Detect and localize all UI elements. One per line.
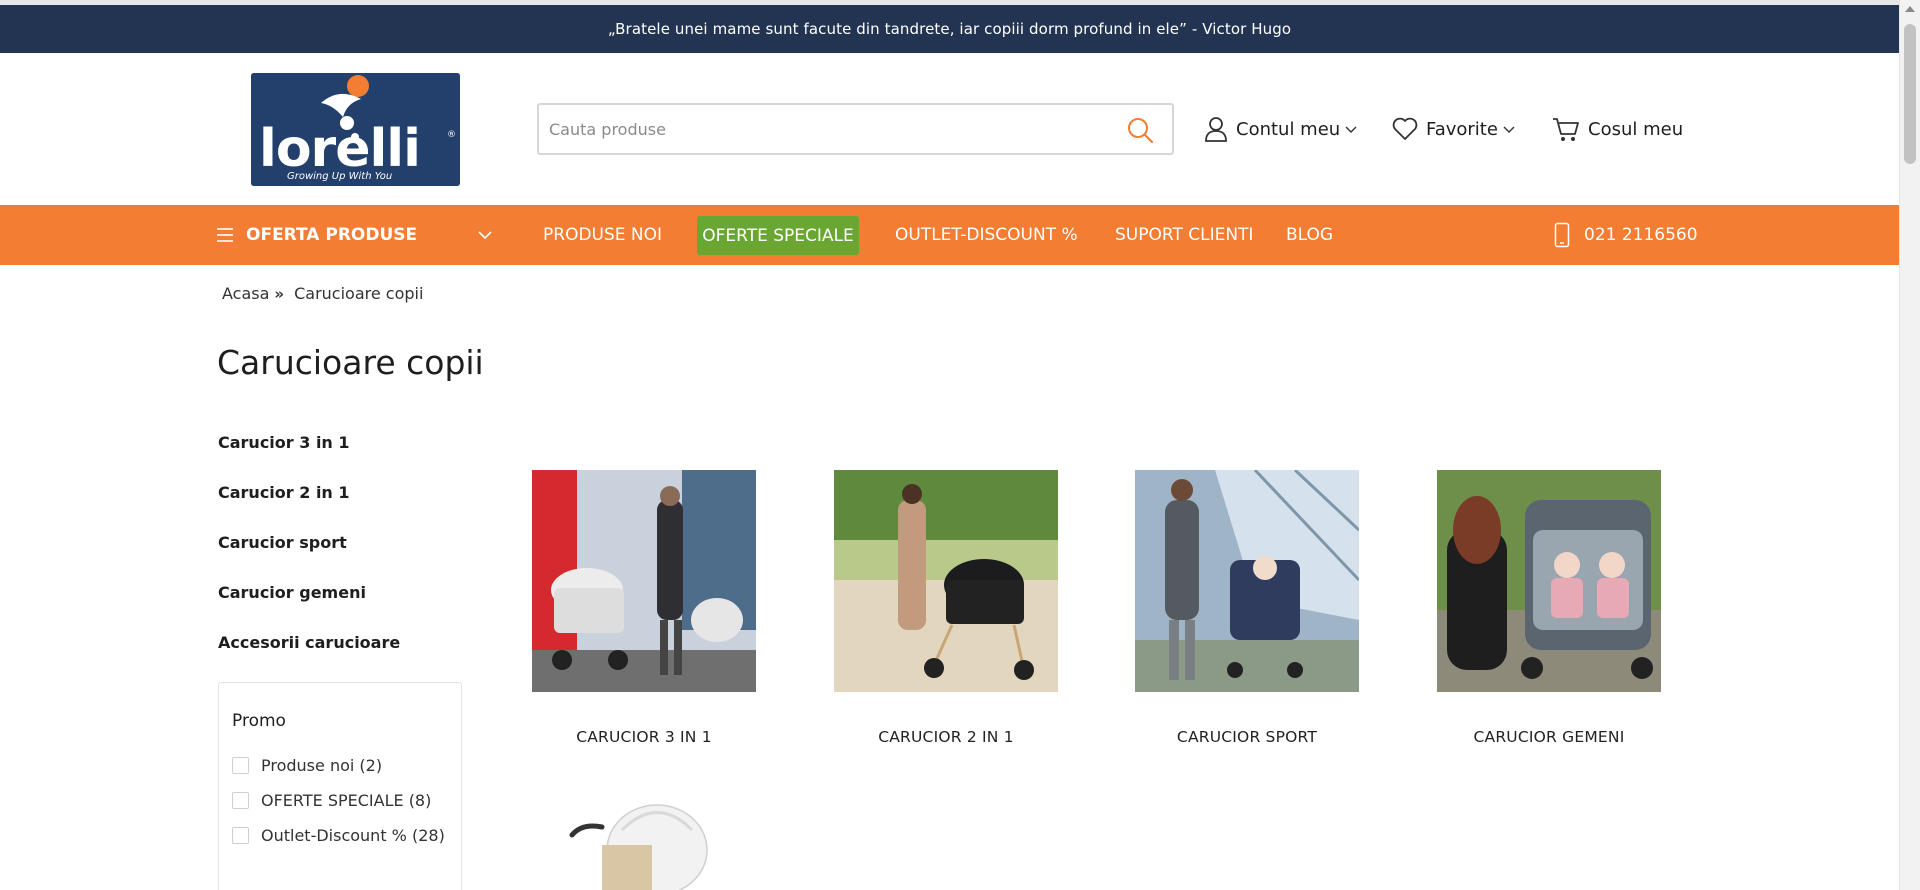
- quote-banner: „Bratele unei mame sunt facute din tandr…: [0, 5, 1899, 53]
- user-icon: [1205, 117, 1227, 142]
- checkbox[interactable]: [232, 792, 249, 809]
- category-link-2in1[interactable]: Carucior 2 in 1: [218, 483, 350, 502]
- svg-text:®: ®: [447, 130, 456, 140]
- quote-text: „Bratele unei mame sunt facute din tandr…: [607, 20, 1292, 38]
- scrollbar-thumb[interactable]: [1904, 24, 1916, 164]
- cart-label: Cosul meu: [1588, 118, 1684, 140]
- nav-blog[interactable]: BLOG: [1286, 205, 1333, 265]
- chevron-down-icon: [1345, 126, 1357, 133]
- heart-icon: [1392, 117, 1418, 140]
- search-box: [537, 103, 1174, 155]
- product-image[interactable]: [532, 470, 756, 692]
- promo-option-new[interactable]: Produse noi (2): [232, 756, 382, 775]
- category-link-sport[interactable]: Carucior sport: [218, 533, 347, 552]
- page-title: Carucioare copii: [217, 343, 484, 382]
- search-input[interactable]: [549, 105, 1109, 153]
- product-card[interactable]: CARUCIOR SPORT: [1135, 470, 1359, 746]
- product-card[interactable]: CARUCIOR GEMENI: [1437, 470, 1661, 746]
- promo-option-label: OFERTE SPECIALE (8): [261, 791, 432, 810]
- site-header: lorelli ® Growing Up With You Contul meu…: [0, 53, 1899, 205]
- svg-text:lorelli: lorelli: [259, 119, 420, 179]
- scroll-up-arrow-icon[interactable]: [1905, 6, 1915, 12]
- product-image[interactable]: [1135, 470, 1359, 692]
- checkbox[interactable]: [232, 827, 249, 844]
- product-caption[interactable]: CARUCIOR SPORT: [1135, 728, 1359, 746]
- promo-option-outlet[interactable]: Outlet-Discount % (28): [232, 826, 445, 845]
- product-caption[interactable]: CARUCIOR 2 IN 1: [834, 728, 1058, 746]
- logo-graphic: lorelli ® Growing Up With You: [251, 73, 460, 186]
- favorites-link[interactable]: Favorite: [1392, 113, 1516, 145]
- phone-number: 021 2116560: [1584, 225, 1698, 245]
- product-offer-label: OFERTA PRODUSE: [246, 225, 418, 245]
- category-link-3in1[interactable]: Carucior 3 in 1: [218, 433, 350, 452]
- category-link-accessories[interactable]: Accesorii carucioare: [218, 633, 400, 652]
- breadcrumb-separator: »: [274, 284, 285, 303]
- promo-option-special[interactable]: OFERTE SPECIALE (8): [232, 791, 431, 810]
- account-label: Contul meu: [1236, 118, 1341, 140]
- product-offer-menu[interactable]: OFERTA PRODUSE: [216, 205, 417, 265]
- product-card[interactable]: CARUCIOR 3 IN 1: [532, 470, 756, 746]
- main-navigation: OFERTA PRODUSE PRODUSE NOI OFERTE SPECIA…: [0, 205, 1899, 265]
- promo-title: Promo: [232, 711, 286, 731]
- product-offer-toggle[interactable]: [477, 205, 493, 265]
- chevron-down-icon: [1503, 126, 1515, 133]
- page-scrollbar[interactable]: [1899, 0, 1920, 890]
- favorites-label: Favorite: [1426, 118, 1498, 140]
- search-icon[interactable]: [1126, 116, 1154, 144]
- product-image[interactable]: [1437, 470, 1661, 692]
- product-image[interactable]: [834, 470, 1058, 692]
- breadcrumb-current: Carucioare copii: [294, 284, 424, 303]
- nav-special-offers[interactable]: OFERTE SPECIALE: [697, 216, 859, 255]
- product-caption[interactable]: CARUCIOR GEMENI: [1437, 728, 1661, 746]
- nav-new-products[interactable]: PRODUSE NOI: [543, 205, 662, 265]
- promo-filter: Promo Produse noi (2) OFERTE SPECIALE (8…: [218, 682, 462, 890]
- phone-icon: [1554, 222, 1570, 248]
- nav-outlet-discount[interactable]: OUTLET-DISCOUNT %: [895, 205, 1078, 265]
- hamburger-icon: [217, 228, 233, 242]
- category-link-twins[interactable]: Carucior gemeni: [218, 583, 366, 602]
- product-card[interactable]: [532, 790, 756, 890]
- product-caption[interactable]: CARUCIOR 3 IN 1: [532, 728, 756, 746]
- account-link[interactable]: Contul meu: [1204, 113, 1358, 145]
- product-card[interactable]: CARUCIOR 2 IN 1: [834, 470, 1058, 746]
- cart-link[interactable]: Cosul meu: [1552, 113, 1683, 145]
- breadcrumb-home[interactable]: Acasa: [222, 284, 269, 303]
- promo-option-label: Outlet-Discount % (28): [261, 826, 445, 845]
- breadcrumb: Acasa » Carucioare copii: [222, 284, 423, 303]
- product-image[interactable]: [532, 790, 756, 890]
- checkbox[interactable]: [232, 757, 249, 774]
- nav-customer-support[interactable]: SUPORT CLIENTI: [1115, 205, 1253, 265]
- cart-icon: [1553, 118, 1579, 141]
- chevron-down-icon: [478, 231, 492, 240]
- logo-tagline: Growing Up With You: [287, 171, 392, 182]
- lorelli-logo[interactable]: lorelli ® Growing Up With You: [251, 73, 460, 186]
- promo-option-label: Produse noi (2): [261, 756, 383, 775]
- phone-contact[interactable]: 021 2116560: [1554, 205, 1698, 265]
